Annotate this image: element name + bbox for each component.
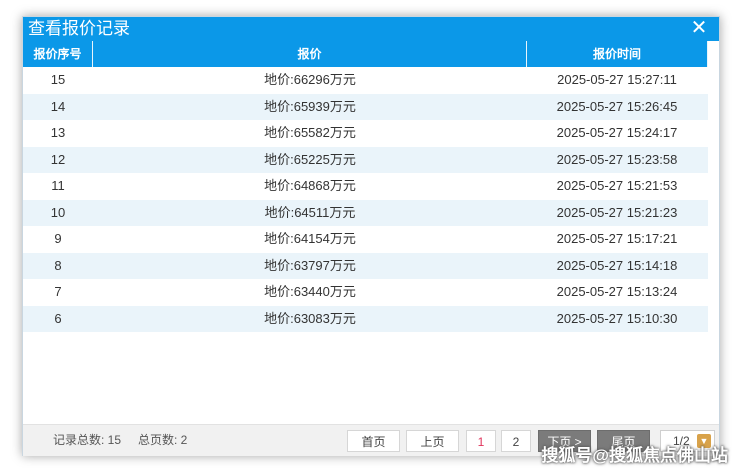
page-2-button[interactable]: 2 (501, 430, 531, 452)
cell-index: 6 (54, 310, 62, 326)
cell-time: 2025-05-27 15:14:18 (556, 257, 678, 273)
cell-index: 8 (54, 257, 62, 273)
page-1-button[interactable]: 1 (466, 430, 496, 452)
cell-time: 2025-05-27 15:24:17 (556, 125, 678, 140)
cell-time: 2025-05-27 15:17:21 (556, 231, 678, 246)
cell-time: 2025-05-27 15:10:30 (556, 310, 678, 326)
cell-index: 9 (54, 231, 62, 246)
table-row: 10 地价:64511万元 2025-05-27 15:21:23 (23, 199, 708, 226)
table-row: 15 地价:66296万元 2025-05-27 15:27:11 (23, 67, 708, 94)
cell-index: 13 (50, 125, 66, 140)
cell-price: 地价:64154万元 (264, 231, 356, 246)
cell-time: 2025-05-27 15:21:23 (556, 204, 678, 220)
table-row: 12 地价:65225万元 2025-05-27 15:23:58 (23, 146, 708, 173)
cell-price: 地价:64868万元 (264, 178, 356, 193)
dialog-title: 查看报价记录 (28, 19, 130, 38)
quote-records-dialog: 查看报价记录 ✕ 报价序号 报价 报价时间 15 地价:66296万元 2025… (22, 16, 720, 456)
cell-index: 7 (54, 284, 62, 299)
table-row: 14 地价:65939万元 2025-05-27 15:26:45 (23, 93, 708, 120)
table-row: 9 地价:64154万元 2025-05-27 15:17:21 (23, 226, 708, 253)
cell-index: 14 (50, 98, 66, 114)
cell-price: 地价:63083万元 (264, 310, 356, 326)
cell-index: 12 (50, 151, 66, 167)
cell-time: 2025-05-27 15:26:45 (556, 98, 678, 114)
close-icon[interactable]: ✕ (689, 17, 709, 39)
cell-time: 2025-05-27 15:27:11 (557, 72, 677, 87)
cell-index: 10 (50, 204, 66, 220)
cell-time: 2025-05-27 15:13:24 (556, 284, 678, 299)
cell-price: 地价:65939万元 (264, 98, 356, 114)
table-row: 7 地价:63440万元 2025-05-27 15:13:24 (23, 279, 708, 306)
header-quote: 报价 (93, 41, 527, 67)
cell-price: 地价:63797万元 (264, 257, 356, 273)
header-quote-index: 报价序号 (23, 41, 93, 67)
table-row: 13 地价:65582万元 2025-05-27 15:24:17 (23, 120, 708, 147)
total-records: 记录总数: 15 (53, 433, 122, 447)
dialog-titlebar: 查看报价记录 ✕ (23, 17, 719, 41)
cell-index: 11 (51, 178, 65, 193)
prev-page-button[interactable]: 上页 (406, 430, 459, 452)
cell-price: 地价:65582万元 (264, 125, 356, 140)
table-row: 6 地价:63083万元 2025-05-27 15:10:30 (23, 305, 708, 332)
cell-time: 2025-05-27 15:23:58 (556, 151, 678, 167)
cell-index: 15 (50, 72, 66, 87)
table-body: 15 地价:66296万元 2025-05-27 15:27:11 14 地价:… (23, 67, 708, 332)
cell-time: 2025-05-27 15:21:53 (556, 178, 678, 193)
table-header: 报价序号 报价 报价时间 (23, 41, 708, 67)
cell-price: 地价:66296万元 (264, 72, 356, 87)
header-quote-time: 报价时间 (527, 41, 708, 67)
cell-price: 地价:64511万元 (264, 204, 356, 220)
table-row: 11 地价:64868万元 2025-05-27 15:21:53 (23, 173, 708, 200)
first-page-button[interactable]: 首页 (347, 430, 400, 452)
cell-price: 地价:63440万元 (264, 284, 356, 299)
table-row: 8 地价:63797万元 2025-05-27 15:14:18 (23, 252, 708, 279)
cell-price: 地价:65225万元 (264, 151, 356, 167)
watermark: 搜狐号@搜狐焦点佛山站 (541, 446, 728, 465)
total-pages: 总页数: 2 (138, 433, 188, 447)
